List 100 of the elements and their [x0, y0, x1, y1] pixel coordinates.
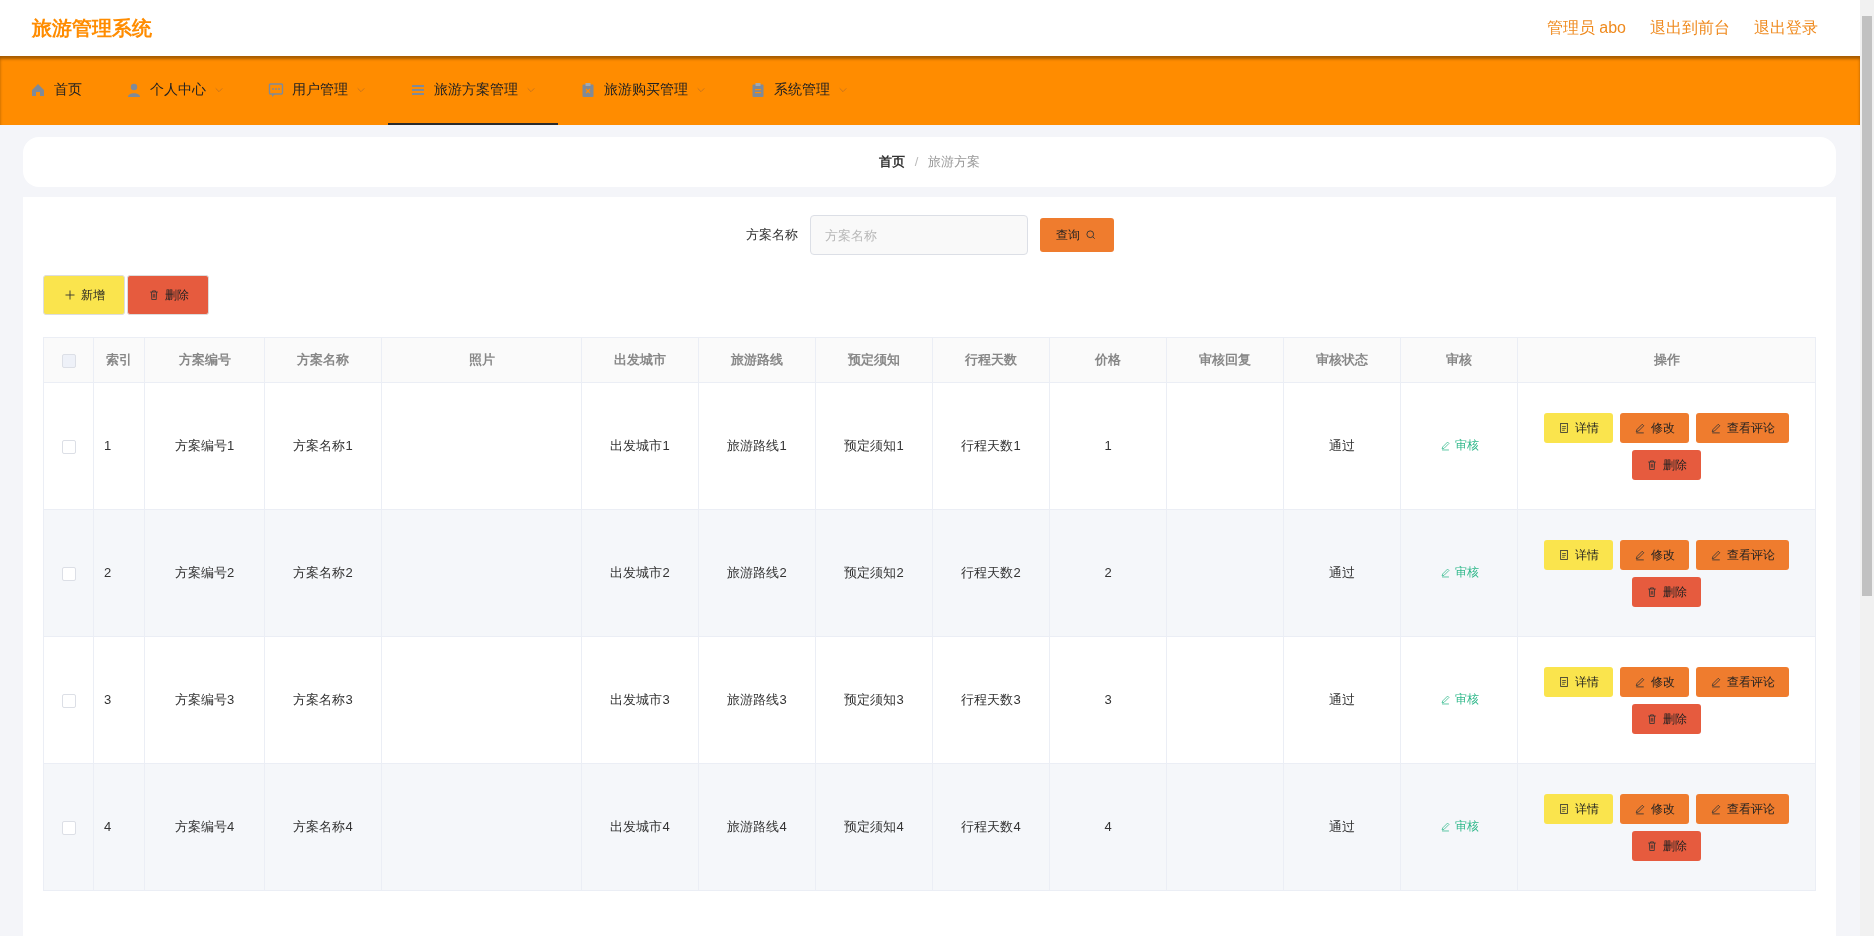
table-cell: 出发城市2 [610, 565, 670, 581]
nav-tab[interactable]: 用户管理 [246, 56, 388, 125]
table-cell: 4 [1104, 819, 1112, 835]
search-icon [1085, 229, 1097, 241]
comment-button[interactable]: 查看评论 [1696, 666, 1789, 697]
detail-button[interactable]: 详情 [1544, 666, 1613, 697]
edit-button[interactable]: 修改 [1620, 666, 1689, 697]
table-cell: 方案名称2 [293, 565, 353, 581]
table-cell: 3 [104, 692, 112, 708]
document-icon [1558, 548, 1570, 561]
comment-button[interactable]: 查看评论 [1696, 412, 1789, 443]
table-cell: 通过 [1329, 819, 1355, 835]
table-cell: 方案编号4 [174, 819, 235, 835]
table-cell: 2 [104, 565, 112, 581]
select-all-checkbox[interactable] [61, 353, 76, 368]
table-cell: 出发城市1 [610, 438, 670, 454]
clipboard-x-icon [580, 81, 596, 98]
pencil-icon [1710, 802, 1722, 815]
column-header: 预定须知 [815, 337, 933, 383]
chat-icon [268, 81, 284, 98]
trash-icon [1646, 458, 1658, 471]
delete-button[interactable]: 删除 [1632, 830, 1701, 861]
pencil-icon [1634, 548, 1646, 561]
nav-tab[interactable]: 旅游购买管理 [558, 56, 728, 125]
query-button[interactable]: 查询 [1039, 218, 1114, 252]
edit-button[interactable]: 修改 [1620, 412, 1689, 443]
search-label: 方案名称 [745, 226, 798, 245]
detail-button[interactable]: 详情 [1544, 539, 1613, 570]
delete-button[interactable]: 删除 [127, 275, 209, 315]
table-cell: 预定须知3 [844, 692, 904, 708]
column-header: 操作 [1517, 337, 1816, 383]
delete-button[interactable]: 删除 [1632, 703, 1701, 734]
table-cell: 方案编号2 [174, 565, 235, 581]
pencil-icon [1710, 421, 1722, 434]
table-cell: 1 [1104, 438, 1112, 454]
detail-button[interactable]: 详情 [1544, 412, 1613, 443]
comment-button[interactable]: 查看评论 [1696, 793, 1789, 824]
table-cell: 预定须知1 [844, 438, 904, 454]
row-checkbox[interactable] [61, 693, 76, 708]
column-header: 价格 [1049, 337, 1167, 383]
row-checkbox[interactable] [61, 820, 76, 835]
breadcrumb-separator: / [914, 153, 919, 172]
table-cell: 3 [1104, 692, 1112, 708]
scrollbar[interactable] [1860, 0, 1874, 936]
pencil-icon [1710, 548, 1722, 561]
table-cell: 行程天数2 [961, 565, 1021, 581]
table-cell: 行程天数3 [961, 692, 1021, 708]
breadcrumb-link[interactable]: 首页 [878, 152, 905, 172]
pencil-icon [1439, 439, 1451, 451]
column-header: 审核回复 [1166, 337, 1284, 383]
pencil-icon [1439, 820, 1451, 832]
search-field[interactable]: 方案名称 [809, 215, 1028, 255]
row-checkbox[interactable] [61, 439, 76, 454]
nav-tab[interactable]: 旅游方案管理 [388, 56, 558, 125]
table-cell: 行程天数4 [961, 819, 1021, 835]
edit-button[interactable]: 修改 [1620, 793, 1689, 824]
comment-button[interactable]: 查看评论 [1696, 539, 1789, 570]
column-header: 审核状态 [1283, 337, 1401, 383]
site-title: 旅游管理系统 [32, 16, 152, 41]
pencil-icon [1634, 421, 1646, 434]
pencil-icon [1710, 675, 1722, 688]
table-cell: 2 [1104, 565, 1112, 581]
table-cell: 方案名称4 [293, 819, 353, 835]
trash-icon [1646, 839, 1658, 852]
table-cell: 通过 [1329, 565, 1355, 581]
nav-tab[interactable]: 系统管理 [728, 56, 870, 125]
row-checkbox[interactable] [61, 566, 76, 581]
column-header: 旅游路线 [698, 337, 816, 383]
table-cell: 通过 [1329, 692, 1355, 708]
table-cell: 4 [104, 819, 112, 835]
clipboard-icon [750, 81, 766, 98]
table-cell: 行程天数1 [961, 438, 1021, 454]
add-button[interactable]: 新增 [43, 275, 125, 315]
home-icon [30, 81, 46, 98]
table-cell: 旅游路线2 [727, 565, 787, 581]
pencil-icon [1634, 675, 1646, 688]
table-cell: 旅游路线3 [727, 692, 787, 708]
nav-tab[interactable]: 首页 [8, 56, 104, 125]
table-cell: 出发城市3 [610, 692, 670, 708]
column-header: 索引 [93, 337, 145, 383]
trash-icon [147, 289, 160, 301]
scrollbar-thumb[interactable] [1862, 16, 1872, 596]
nav-tab[interactable]: 个人中心 [104, 56, 246, 125]
pencil-icon [1439, 566, 1451, 578]
document-icon [1558, 675, 1570, 688]
pencil-icon [1634, 802, 1646, 815]
column-header: 审核 [1400, 337, 1518, 383]
table-cell: 方案编号1 [174, 438, 235, 454]
document-icon [1558, 802, 1570, 815]
table-cell: 方案名称1 [293, 438, 353, 454]
edit-button[interactable]: 修改 [1620, 539, 1689, 570]
delete-button[interactable]: 删除 [1632, 449, 1701, 480]
table-cell: 旅游路线1 [727, 438, 787, 454]
delete-button[interactable]: 删除 [1632, 576, 1701, 607]
column-header: 行程天数 [932, 337, 1050, 383]
column-header: 方案编号 [144, 337, 265, 383]
detail-button[interactable]: 详情 [1544, 793, 1613, 824]
table-cell: 预定须知4 [844, 819, 904, 835]
table-cell: 出发城市4 [610, 819, 670, 835]
plus-icon [63, 289, 76, 301]
